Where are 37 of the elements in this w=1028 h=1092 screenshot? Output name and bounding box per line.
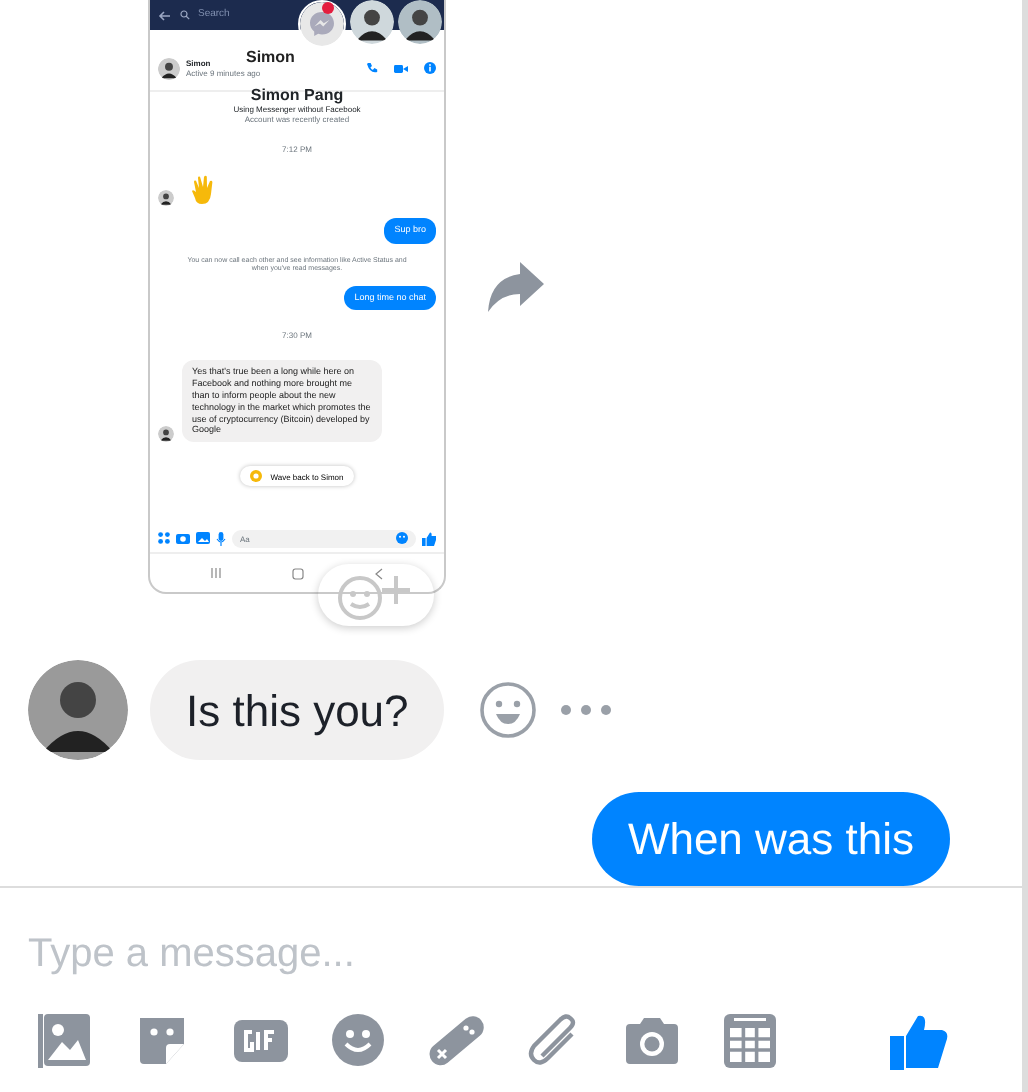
chat-head-avatar xyxy=(350,0,394,44)
image-icon[interactable] xyxy=(196,532,210,544)
recent-apps-icon[interactable] xyxy=(209,568,222,578)
share-arrow-icon[interactable] xyxy=(486,257,546,313)
header-title: Simon xyxy=(246,50,295,66)
messenger-chat-head-icon[interactable] xyxy=(298,0,346,48)
sticker-icon[interactable] xyxy=(134,1012,190,1070)
back-arrow-icon[interactable] xyxy=(158,9,172,21)
chat-head-avatar xyxy=(398,0,442,44)
contact-avatar xyxy=(158,57,180,79)
emoji-icon[interactable] xyxy=(330,1012,386,1070)
camera-icon[interactable] xyxy=(624,1012,680,1070)
phone-icon[interactable] xyxy=(366,62,378,74)
calendar-icon[interactable] xyxy=(722,1012,778,1070)
video-icon[interactable] xyxy=(394,63,408,73)
emoji-reaction-icon[interactable] xyxy=(478,680,539,740)
search-icon xyxy=(180,10,190,20)
camera-icon[interactable] xyxy=(176,532,190,544)
info-icon[interactable] xyxy=(424,62,436,74)
notification-dot xyxy=(322,2,334,14)
intro-name: Simon Pang xyxy=(248,88,346,104)
sender-avatar xyxy=(158,426,174,443)
apps-icon[interactable] xyxy=(158,532,170,544)
photo-icon[interactable] xyxy=(36,1012,92,1070)
microphone-icon[interactable] xyxy=(216,531,226,545)
more-options-icon[interactable] xyxy=(560,704,613,716)
like-icon[interactable] xyxy=(890,1013,950,1069)
home-icon[interactable] xyxy=(291,567,304,579)
message-bubble: When was this xyxy=(591,792,950,886)
like-icon[interactable] xyxy=(422,531,436,545)
message-bubble: Is this you? xyxy=(150,660,445,760)
sender-avatar xyxy=(158,190,174,206)
sender-avatar xyxy=(28,660,128,760)
emoji-icon[interactable] xyxy=(396,532,408,544)
waving-hand-icon xyxy=(190,174,218,206)
wave-icon xyxy=(250,470,263,483)
back-icon[interactable] xyxy=(374,567,385,579)
